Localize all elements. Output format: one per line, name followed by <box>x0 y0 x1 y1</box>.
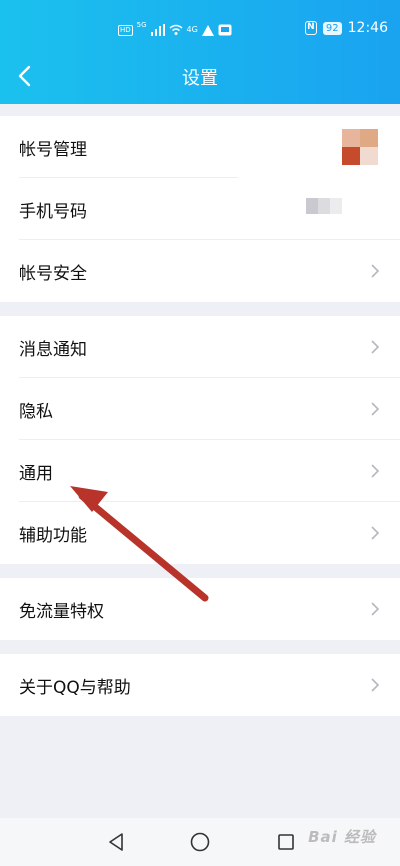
settings-group-data: 免流量特权 <box>0 578 400 640</box>
settings-group-account: 帐号管理 手机号码 帐号安全 <box>0 116 400 302</box>
chevron-right-icon <box>371 602 380 616</box>
settings-item-label: 消息通知 <box>19 339 87 360</box>
settings-list: 帐号管理 手机号码 帐号安全 消息通知 隐私 通用 辅助功能 免流量特权 关于Q… <box>0 104 400 716</box>
avatar <box>342 129 378 165</box>
settings-item-notifications[interactable]: 消息通知 <box>0 316 400 378</box>
settings-item-accessibility[interactable]: 辅助功能 <box>0 502 400 564</box>
signal-icon <box>150 24 165 36</box>
page-title: 设置 <box>182 68 218 89</box>
nfc-icon: N <box>304 21 317 35</box>
settings-item-label: 手机号码 <box>19 201 87 222</box>
network-type-label: 5G <box>136 21 147 29</box>
wifi-icon <box>169 24 183 35</box>
status-right: N 92 12:46 <box>304 20 388 36</box>
back-triangle-icon[interactable] <box>104 830 128 854</box>
chevron-right-icon <box>371 264 380 278</box>
settings-item-privacy[interactable]: 隐私 <box>0 378 400 440</box>
chevron-right-icon <box>371 340 380 354</box>
clock-time: 12:46 <box>347 20 388 36</box>
settings-item-label: 帐号管理 <box>19 139 87 160</box>
chevron-right-icon <box>371 402 380 416</box>
settings-item-label: 免流量特权 <box>19 601 104 622</box>
chevron-right-icon <box>371 678 380 692</box>
settings-item-free-data[interactable]: 免流量特权 <box>0 578 400 640</box>
recents-square-icon[interactable] <box>274 830 298 854</box>
settings-group-about: 关于QQ与帮助 <box>0 654 400 716</box>
notification-app-icon <box>218 24 232 36</box>
chevron-right-icon <box>371 464 380 478</box>
settings-group-general: 消息通知 隐私 通用 辅助功能 <box>0 316 400 564</box>
watermark: Bai 经验 <box>308 828 376 846</box>
status-icons: HD 5G 4G <box>118 22 232 38</box>
settings-item-general[interactable]: 通用 <box>0 440 400 502</box>
settings-item-label: 隐私 <box>19 401 53 422</box>
settings-item-label: 通用 <box>19 463 53 484</box>
header-bar: HD 5G 4G N 92 12:46 设置 <box>0 0 400 104</box>
settings-item-label: 帐号安全 <box>19 263 87 284</box>
chevron-right-icon <box>371 526 380 540</box>
settings-item-account-security[interactable]: 帐号安全 <box>0 240 400 302</box>
settings-item-about-help[interactable]: 关于QQ与帮助 <box>0 654 400 716</box>
home-circle-icon[interactable] <box>188 830 212 854</box>
hd-badge: HD <box>118 24 133 36</box>
settings-item-phone-number[interactable]: 手机号码 <box>0 178 400 240</box>
settings-item-label: 辅助功能 <box>19 525 87 546</box>
settings-item-label: 关于QQ与帮助 <box>19 677 131 698</box>
status-bar: HD 5G 4G N 92 12:46 <box>0 18 400 42</box>
battery-level: 92 <box>322 21 342 35</box>
network-type-label: 4G <box>186 25 198 34</box>
blurred-phone-value <box>306 198 342 214</box>
warning-icon <box>201 24 214 36</box>
settings-item-account-management[interactable]: 帐号管理 <box>0 116 400 178</box>
